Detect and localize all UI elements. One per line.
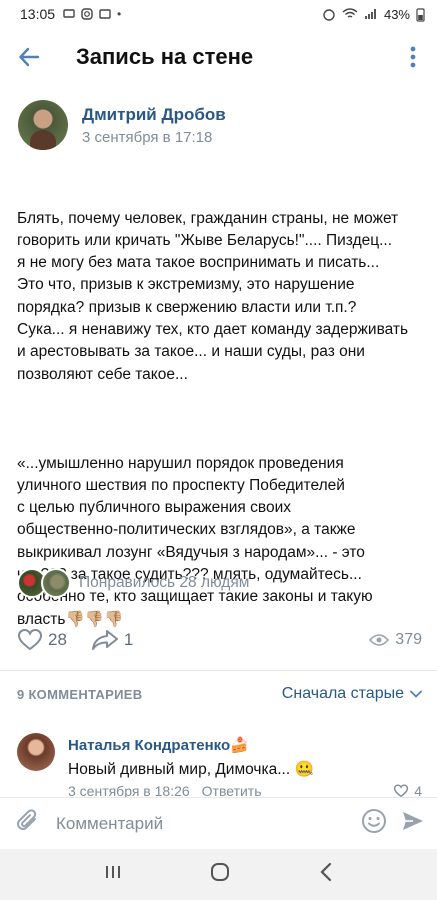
page-title: Запись на стене <box>76 44 254 69</box>
back-arrow-icon <box>19 47 40 67</box>
likers-row[interactable]: Понравилось 28 людям <box>17 568 249 598</box>
heart-icon <box>394 784 409 798</box>
alarm-icon <box>323 9 335 21</box>
comment-text: Новый дивный мир, Димочка... 🤐 <box>68 760 422 779</box>
heart-icon <box>17 628 43 651</box>
divider <box>0 670 437 671</box>
instagram-icon <box>81 8 93 20</box>
home-button[interactable] <box>209 861 231 888</box>
shares-count: 1 <box>123 630 134 649</box>
status-notification-icons: • <box>63 7 121 21</box>
gallery-icon <box>99 9 111 19</box>
back-button[interactable] <box>0 28 58 86</box>
send-button[interactable] <box>401 810 425 837</box>
commenter-name-text: Наталья Кондратенко <box>68 737 231 754</box>
author-avatar[interactable] <box>18 100 68 150</box>
liker-avatar <box>41 568 71 598</box>
send-icon <box>403 812 423 830</box>
status-time: 13:05 <box>20 6 56 22</box>
more-vertical-icon <box>410 46 416 68</box>
signal-icon <box>365 9 376 19</box>
views-counter: 379 <box>369 631 422 649</box>
comment-composer: Комментарий <box>0 797 437 849</box>
wifi-icon <box>342 8 358 18</box>
comments-count: 9 КОММЕНТАРИЕВ <box>17 686 143 702</box>
status-right: 43% <box>322 7 425 22</box>
author-name[interactable]: Дмитрий Дробов <box>82 105 226 125</box>
comments-header: 9 КОММЕНТАРИЕВ Сначала старые <box>17 685 422 703</box>
zipper-mouth-emoji: 🤐 <box>294 761 314 778</box>
app-bar: Запись на стене <box>0 28 437 86</box>
eye-icon <box>369 634 390 646</box>
commenter-name[interactable]: Наталья Кондратенко🍰 <box>68 736 422 754</box>
cake-emoji: 🍰 <box>230 737 249 754</box>
chevron-down-icon <box>410 690 422 698</box>
message-icon <box>63 9 75 18</box>
post-paragraph-2: «...умышленно нарушил порядок проведения… <box>17 454 373 628</box>
comment-text-content: Новый дивный мир, Димочка... <box>68 761 291 778</box>
battery-percent: 43% <box>383 6 410 22</box>
share-button[interactable]: 1 <box>91 628 133 652</box>
comments-sort-dropdown[interactable]: Сначала старые <box>282 685 422 703</box>
like-button[interactable]: 28 <box>17 628 67 652</box>
more-options-button[interactable] <box>389 28 437 86</box>
post-paragraph-1: Блять, почему человек, гражданин страны,… <box>17 209 409 383</box>
emoji-button[interactable] <box>361 808 387 839</box>
home-icon <box>211 863 230 881</box>
paperclip-icon <box>17 809 37 830</box>
nav-back-button[interactable] <box>319 862 333 887</box>
attach-button[interactable] <box>16 808 40 839</box>
likes-count: 28 <box>48 630 67 649</box>
likes-summary[interactable]: Понравилось 28 людям <box>79 574 249 592</box>
share-icon <box>91 630 118 650</box>
recent-apps-icon <box>105 866 120 878</box>
post-date: 3 сентября в 17:18 <box>82 128 213 146</box>
post-author-block[interactable]: Дмитрий Дробов 3 сентября в 17:18 <box>18 100 226 150</box>
more-notifications-icon: • <box>117 7 122 21</box>
battery-icon <box>416 7 425 22</box>
comment-body: Наталья Кондратенко🍰 Новый дивный мир, Д… <box>68 736 422 779</box>
status-bar: 13:05 • 43% <box>0 0 437 28</box>
sort-label: Сначала старые <box>281 685 404 702</box>
system-nav-bar <box>0 849 437 900</box>
comment-input[interactable]: Комментарий <box>56 814 361 834</box>
recent-apps-button[interactable] <box>104 863 122 886</box>
views-count: 379 <box>395 631 422 648</box>
post-actions: 28 1 379 <box>17 628 422 652</box>
smile-icon <box>362 809 386 833</box>
author-meta: Дмитрий Дробов 3 сентября в 17:18 <box>82 105 226 146</box>
commenter-avatar[interactable] <box>17 733 55 771</box>
nav-back-icon <box>320 862 332 882</box>
